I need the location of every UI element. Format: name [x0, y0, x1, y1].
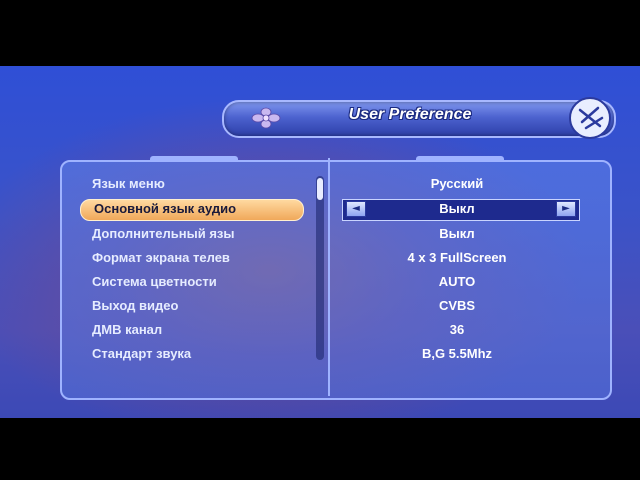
settings-badge-icon: [569, 97, 611, 139]
menu-row-label: Формат экрана телев: [92, 250, 230, 265]
menu-row-value: Выкл: [439, 201, 475, 216]
menu-row-menu-language[interactable]: Язык меню Русский: [70, 174, 608, 196]
menu-row-label: Стандарт звука: [92, 346, 192, 361]
menu-row-value: CVBS: [438, 298, 476, 313]
page-title: User Preference: [348, 106, 472, 123]
panel-tab-right: [416, 156, 504, 162]
menu-row-label: Дополнительный язы: [92, 226, 235, 241]
menu-row-secondary-audio-language[interactable]: Дополнительный язы Выкл: [70, 224, 608, 246]
menu-row-value: 36: [449, 322, 465, 337]
menu-row-label: Язык меню: [92, 176, 165, 191]
menu-row-value: B,G 5.5Mhz: [421, 346, 493, 361]
menu-row-color-system[interactable]: Система цветности AUTO: [70, 272, 608, 294]
menu-row-primary-audio-language[interactable]: Основной язык аудио ◄ Выкл ►: [70, 199, 608, 221]
menu-row-sound-standard[interactable]: Стандарт звука B,G 5.5Mhz: [70, 344, 608, 366]
menu-row-label: Система цветности: [92, 274, 217, 289]
menu-row-value: Выкл: [439, 226, 475, 241]
menu-row-label: Выход видео: [92, 298, 179, 313]
menu-row-value: AUTO: [438, 274, 476, 289]
menu-row-video-output[interactable]: Выход видео CVBS: [70, 296, 608, 318]
menu-row-label: ДМВ канал: [92, 322, 163, 337]
menu-row-value: 4 x 3 FullScreen: [407, 250, 507, 265]
panel-tab-left: [150, 156, 238, 162]
menu-row-label: Основной язык аудио: [94, 201, 237, 216]
right-arrow-icon[interactable]: ►: [556, 201, 576, 217]
flower-ornament-icon: [251, 107, 281, 129]
menu-row-uhf-channel[interactable]: ДМВ канал 36: [70, 320, 608, 342]
menu-row-screen-format[interactable]: Формат экрана телев 4 x 3 FullScreen: [70, 248, 608, 270]
menu-row-value: Русский: [430, 176, 484, 191]
